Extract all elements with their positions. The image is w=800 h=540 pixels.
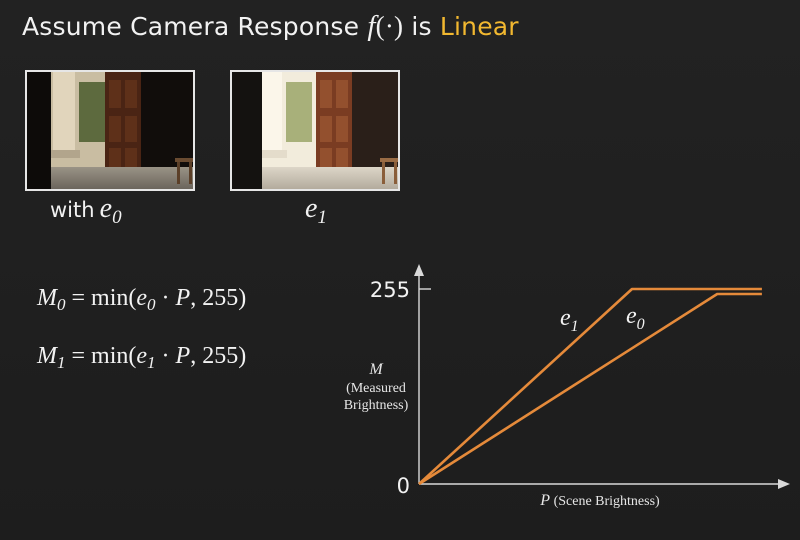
title-function-arg: (·) bbox=[375, 11, 404, 41]
y-tick-label-255: 255 bbox=[370, 278, 410, 302]
y-axis-label-line2: Brightness) bbox=[344, 398, 409, 413]
curve-label-e0-index: 0 bbox=[637, 316, 645, 333]
slide-title: Assume Camera Response f(·) is Linear bbox=[22, 8, 519, 45]
equation-lhs-index: 1 bbox=[57, 353, 66, 372]
photo-exposure-1 bbox=[230, 70, 400, 191]
slide: Assume Camera Response f(·) is Linear wi… bbox=[0, 0, 800, 540]
y-axis-label-line1: (Measured bbox=[346, 381, 406, 396]
y-axis-arrow-icon bbox=[414, 264, 424, 276]
equation-exposure-index: 0 bbox=[147, 295, 156, 314]
title-highlight: Linear bbox=[439, 12, 519, 41]
equation-tail: , 255) bbox=[190, 285, 247, 311]
equation-min-open: = min( bbox=[65, 285, 137, 311]
response-curves bbox=[418, 287, 762, 486]
equation-exposure: e bbox=[136, 343, 148, 369]
title-middle: is bbox=[403, 12, 440, 41]
y-tick-label-0: 0 bbox=[397, 474, 410, 498]
x-axis-arrow-icon bbox=[778, 479, 790, 489]
curve-label-e0: e0 bbox=[626, 303, 645, 333]
y-axis-symbol: M bbox=[368, 361, 384, 378]
x-axis-text: (Scene Brightness) bbox=[554, 494, 660, 509]
equation-exposure: e bbox=[136, 285, 148, 311]
equation-dot: · bbox=[155, 285, 176, 311]
caption-exposure-1: e1 bbox=[305, 193, 327, 228]
doorway-photo-bright bbox=[232, 72, 398, 189]
curve-e1 bbox=[418, 287, 762, 485]
equation-m0: M0 = min(e0 · P, 255) bbox=[37, 285, 247, 314]
equation-lhs: M bbox=[37, 343, 57, 369]
curve-e0 bbox=[418, 292, 762, 486]
equation-lhs-index: 0 bbox=[57, 295, 66, 314]
caption-exposure-index: 0 bbox=[112, 207, 122, 228]
caption-word: with bbox=[50, 198, 95, 222]
curve-label-e1-symbol: e bbox=[560, 305, 571, 331]
title-function-name: f bbox=[367, 10, 376, 42]
caption-exposure-index: 1 bbox=[317, 207, 327, 228]
equation-p: P bbox=[175, 285, 191, 311]
curve-label-e1-index: 1 bbox=[571, 318, 579, 335]
curve-label-e1: e1 bbox=[560, 305, 579, 335]
x-axis-symbol: P bbox=[539, 492, 550, 509]
equation-tail: , 255) bbox=[190, 343, 247, 369]
equation-m1: M1 = min(e1 · P, 255) bbox=[37, 343, 247, 372]
equation-lhs: M bbox=[37, 285, 57, 311]
caption-exposure-symbol: e bbox=[305, 193, 318, 224]
equation-dot: · bbox=[155, 343, 176, 369]
caption-exposure-symbol: e bbox=[99, 193, 113, 224]
caption-exposure-0: with e0 bbox=[50, 193, 122, 228]
title-prefix: Assume Camera Response bbox=[22, 12, 368, 41]
equation-exposure-index: 1 bbox=[147, 353, 156, 372]
equation-p: P bbox=[175, 343, 191, 369]
x-axis-label: P (Scene Brightness) bbox=[539, 492, 660, 509]
photo-exposure-0 bbox=[25, 70, 195, 191]
equation-min-open: = min( bbox=[65, 343, 137, 369]
doorway-photo-dark bbox=[27, 72, 193, 189]
curve-label-e0-symbol: e bbox=[626, 303, 637, 329]
